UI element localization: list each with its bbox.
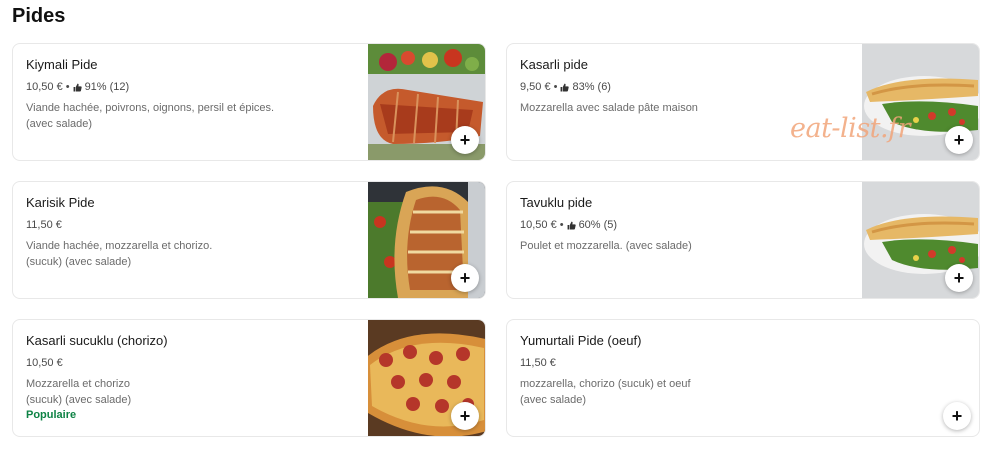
menu-item-name: Kiymali Pide xyxy=(26,57,98,72)
menu-item-name: Karisik Pide xyxy=(26,195,95,210)
add-to-cart-button[interactable]: + xyxy=(451,264,479,292)
menu-item-rating: 83% (6) xyxy=(572,81,611,93)
menu-item-meta: 11,50 € xyxy=(26,218,356,232)
menu-item-description: Viande hachée, mozzarella et chorizo. (s… xyxy=(26,238,356,270)
menu-item-meta: 11,50 € xyxy=(520,356,850,370)
separator-dot: • xyxy=(65,81,70,93)
menu-item-info: Kiymali Pide 10,50 € • 91% (12) Viande h… xyxy=(26,56,356,132)
menu-item-name: Yumurtali Pide (oeuf) xyxy=(520,333,642,348)
menu-item-price: 11,50 € xyxy=(26,219,62,231)
watermark: eat-list.fr xyxy=(790,113,911,144)
menu-item-description: mozzarella, chorizo (sucuk) et oeuf (ave… xyxy=(520,376,850,408)
section-title: Pides xyxy=(12,5,66,27)
menu-item-card[interactable]: Kiymali Pide 10,50 € • 91% (12) Viande h… xyxy=(12,43,486,161)
description-line: Mozzarella et chorizo xyxy=(26,378,130,390)
description-line: Viande hachée, poivrons, oignons, persil… xyxy=(26,102,275,114)
menu-item-card[interactable]: Kasarli sucuklu (chorizo) 10,50 € Mozzar… xyxy=(12,319,486,437)
menu-item-meta: 10,50 € xyxy=(26,356,356,370)
plus-icon: + xyxy=(953,130,965,150)
menu-item-price: 10,50 € xyxy=(26,81,63,93)
menu-item-price: 10,50 € xyxy=(26,357,63,369)
menu-item-rating: 91% (12) xyxy=(84,81,130,93)
menu-item-price: 11,50 € xyxy=(520,357,556,369)
add-to-cart-button[interactable]: + xyxy=(451,126,479,154)
menu-item-card[interactable]: Tavuklu pide 10,50 € • 60% (5) Poulet et… xyxy=(506,181,980,299)
popular-badge: Populaire xyxy=(26,409,77,421)
menu-item-name: Tavuklu pide xyxy=(520,195,593,210)
plus-icon: + xyxy=(951,406,963,426)
description-line: mozzarella, chorizo (sucuk) et oeuf xyxy=(520,378,691,390)
menu-item-info: Tavuklu pide 10,50 € • 60% (5) Poulet et… xyxy=(520,194,850,254)
menu-item-price: 9,50 € xyxy=(520,81,551,93)
description-line: (sucuk) (avec salade) xyxy=(26,394,132,406)
menu-item-info: Karisik Pide 11,50 € Viande hachée, mozz… xyxy=(26,194,356,270)
description-line: (avec salade) xyxy=(520,394,587,406)
add-to-cart-button[interactable]: + xyxy=(451,402,479,430)
separator-dot: • xyxy=(559,219,564,231)
plus-icon: + xyxy=(459,268,471,288)
menu-item-card[interactable]: Karisik Pide 11,50 € Viande hachée, mozz… xyxy=(12,181,486,299)
menu-item-info: Yumurtali Pide (oeuf) 11,50 € mozzarella… xyxy=(520,332,850,408)
menu-item-name: Kasarli sucuklu (chorizo) xyxy=(26,333,168,348)
menu-item-name: Kasarli pide xyxy=(520,57,588,72)
plus-icon: + xyxy=(459,130,471,150)
description-line: Poulet et mozzarella. (avec salade) xyxy=(520,240,692,252)
menu-item-description: Viande hachée, poivrons, oignons, persil… xyxy=(26,100,356,132)
add-to-cart-button[interactable]: + xyxy=(945,264,973,292)
description-line: (sucuk) (avec salade) xyxy=(26,256,132,268)
menu-item-price: 10,50 € xyxy=(520,219,557,231)
menu-item-description: Mozzarella et chorizo (sucuk) (avec sala… xyxy=(26,376,356,408)
menu-item-rating: 60% (5) xyxy=(578,219,618,231)
thumbs-up-icon xyxy=(561,83,570,91)
description-line: (avec salade) xyxy=(26,118,93,130)
menu-item-meta: 9,50 € • 83% (6) xyxy=(520,80,850,94)
description-line: Viande hachée, mozzarella et chorizo. xyxy=(26,240,213,252)
thumbs-up-icon xyxy=(567,221,576,229)
menu-item-meta: 10,50 € • 60% (5) xyxy=(520,218,850,232)
plus-icon: + xyxy=(953,268,965,288)
menu-item-info: Kasarli sucuklu (chorizo) 10,50 € Mozzar… xyxy=(26,332,356,421)
plus-icon: + xyxy=(459,406,471,426)
menu-item-description: Poulet et mozzarella. (avec salade) xyxy=(520,238,850,254)
thumbs-up-icon xyxy=(73,83,82,91)
menu-item-meta: 10,50 € • 91% (12) xyxy=(26,80,356,94)
add-to-cart-button[interactable]: + xyxy=(945,126,973,154)
separator-dot: • xyxy=(553,81,558,93)
add-to-cart-button[interactable]: + xyxy=(943,402,971,430)
menu-item-card[interactable]: Yumurtali Pide (oeuf) 11,50 € mozzarella… xyxy=(506,319,980,437)
menu-item-info: Kasarli pide 9,50 € • 83% (6) Mozzarella… xyxy=(520,56,850,116)
